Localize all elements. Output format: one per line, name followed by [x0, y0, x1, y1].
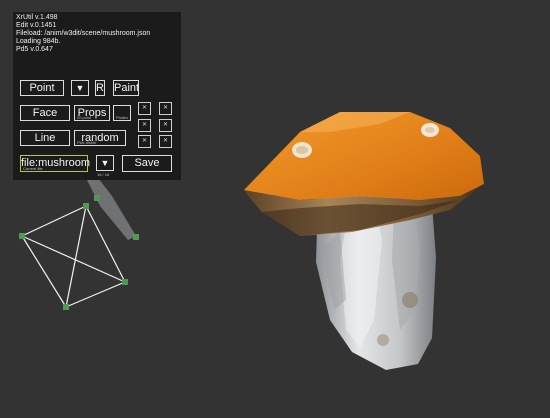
- file-dropdown[interactable]: ▼: [96, 155, 114, 171]
- close-icon: ✕: [141, 138, 148, 144]
- selection-gizmo[interactable]: [86, 170, 136, 240]
- phidex-label: Phidex: [116, 115, 129, 120]
- vertex-handle: [94, 195, 100, 201]
- point-mode-label: Point: [29, 82, 55, 94]
- version-pd5: Pd5 v.0.647: [16, 46, 53, 53]
- toggle-5[interactable]: ✕: [138, 135, 151, 148]
- toggle-6[interactable]: ✕: [159, 135, 172, 148]
- r-button[interactable]: R: [95, 80, 105, 96]
- vertex-handle: [133, 234, 139, 240]
- save-label: Save: [134, 157, 160, 169]
- loading-status: Loading 984b.: [16, 38, 61, 45]
- save-button[interactable]: Save: [122, 155, 172, 172]
- close-icon: ✕: [141, 105, 148, 111]
- toggle-4[interactable]: ✕: [159, 119, 172, 132]
- version-xrutil: XrUtil v.1.498: [16, 14, 58, 21]
- toggle-2[interactable]: ✕: [159, 102, 172, 115]
- file-count: 18 / 18: [97, 172, 110, 177]
- phidex-button[interactable]: Phidex: [113, 105, 131, 121]
- random-sublabel: Pick distrib: [77, 140, 97, 145]
- tool-panel: XrUtil v.1.498 Edit v.0.1451 Fileload: /…: [13, 12, 181, 180]
- version-edit: Edit v.0.1451: [16, 22, 57, 29]
- paint-label: Paint: [114, 82, 140, 94]
- line-mode-label: Line: [34, 132, 56, 144]
- chevron-down-icon: ▼: [75, 83, 85, 93]
- file-load-path: Fileload: /anim/w3dit/scene/mushroom.jso…: [16, 30, 151, 37]
- close-icon: ✕: [162, 105, 169, 111]
- vertex-handle: [83, 203, 89, 209]
- toggle-3[interactable]: ✕: [138, 119, 151, 132]
- line-mode-button[interactable]: Line: [20, 130, 70, 146]
- close-icon: ✕: [162, 138, 169, 144]
- props-button[interactable]: Props 20 point: [74, 105, 110, 121]
- mushroom-cap[interactable]: [244, 112, 484, 236]
- close-icon: ✕: [162, 122, 169, 128]
- props-sublabel: 20 point: [77, 115, 92, 120]
- face-mode-button[interactable]: Face: [20, 105, 70, 121]
- face-mode-label: Face: [32, 107, 58, 119]
- random-button[interactable]: random Pick distrib: [74, 130, 126, 146]
- paint-button[interactable]: Paint: [113, 80, 139, 96]
- file-select-button[interactable]: file:mushroom Current file: [20, 155, 90, 172]
- point-mode-button[interactable]: Point: [20, 80, 64, 96]
- wireframe-mesh[interactable]: [21, 205, 126, 308]
- r-label: R: [96, 82, 104, 94]
- vertex-handle: [19, 233, 25, 239]
- point-mode-dropdown[interactable]: ▼: [71, 80, 89, 96]
- toggle-1[interactable]: ✕: [138, 102, 151, 115]
- chevron-down-icon: ▼: [100, 158, 110, 168]
- close-icon: ✕: [141, 122, 148, 128]
- vertex-handle: [63, 304, 69, 310]
- file-sublabel: Current file: [23, 166, 43, 171]
- vertex-handle: [122, 279, 128, 285]
